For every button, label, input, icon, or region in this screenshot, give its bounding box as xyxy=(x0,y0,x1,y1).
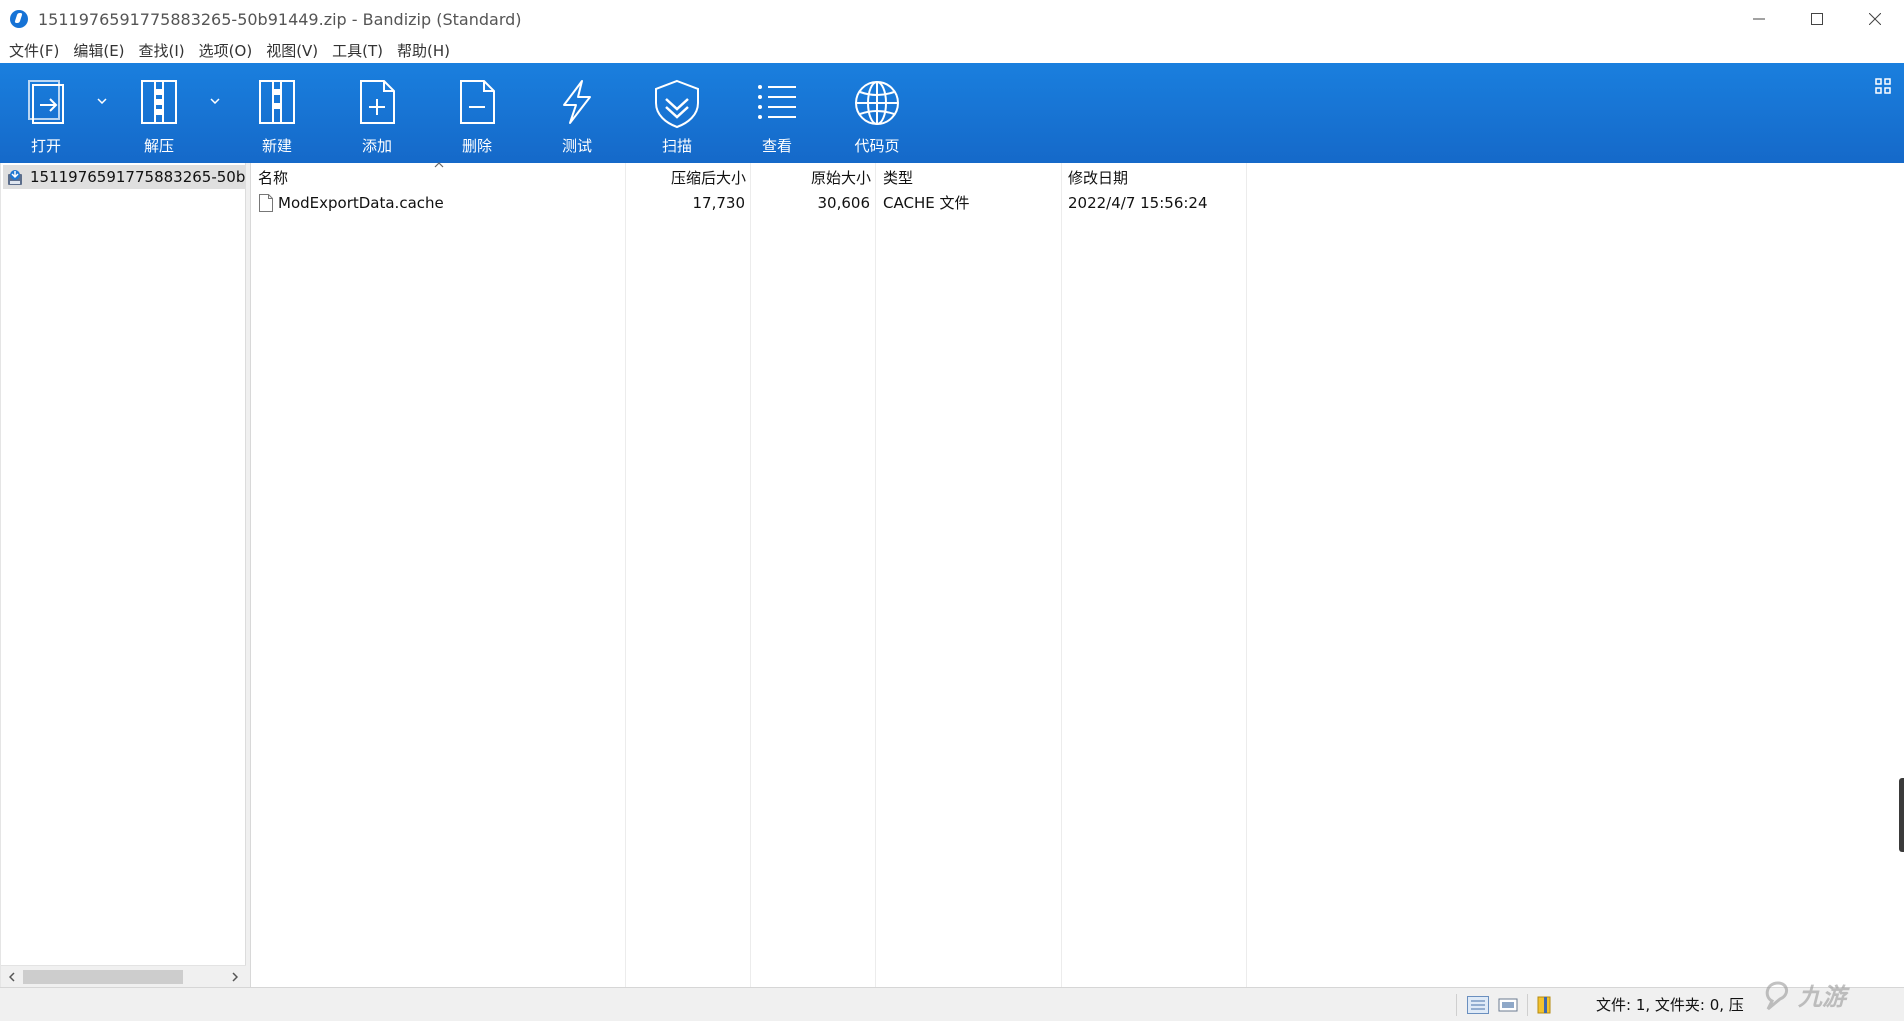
column-header-type[interactable]: 类型 xyxy=(883,163,913,191)
scroll-left-button[interactable] xyxy=(1,966,23,988)
add-label: 添加 xyxy=(361,137,392,155)
open-icon xyxy=(28,80,64,124)
table-row[interactable]: ModExportData.cache 17,730 30,606 CACHE … xyxy=(251,191,1904,215)
sort-ascending-icon xyxy=(434,162,444,168)
archive-info-icon[interactable] xyxy=(1535,996,1557,1014)
tree-item-archive-root[interactable]: 1511976591775883265-50b9 xyxy=(3,165,247,189)
jiuyou-watermark-logo: 九游 xyxy=(1765,981,1850,1011)
window-controls xyxy=(1730,0,1904,38)
column-divider xyxy=(1246,163,1247,987)
toolbar: 打开 解压 新建 添加 删除 测试 扫描 查看 代码页 xyxy=(0,63,1904,163)
delete-file-icon xyxy=(460,80,495,124)
folder-tree-pane: 1511976591775883265-50b9 xyxy=(0,163,247,987)
lightning-icon xyxy=(563,80,591,124)
column-header-modified-date[interactable]: 修改日期 xyxy=(1068,163,1128,191)
chevron-left-icon xyxy=(9,972,15,982)
open-label: 打开 xyxy=(30,137,61,155)
menu-file[interactable]: 文件(F) xyxy=(4,38,64,64)
new-label: 新建 xyxy=(261,137,292,155)
extract-button[interactable]: 解压 xyxy=(119,63,199,163)
menu-view[interactable]: 视图(V) xyxy=(261,38,323,64)
close-button[interactable] xyxy=(1846,0,1904,38)
extract-icon xyxy=(141,80,177,124)
layout-toggle-icon[interactable] xyxy=(1874,77,1892,95)
watermark-text: 九游 xyxy=(1797,983,1850,1011)
title-bar: 1511976591775883265-50b91449.zip - Bandi… xyxy=(0,0,1904,38)
column-divider xyxy=(625,163,626,987)
file-modified-date: 2022/4/7 15:56:24 xyxy=(1068,194,1208,212)
menu-find[interactable]: 查找(I) xyxy=(134,38,190,64)
bandizip-app-icon xyxy=(10,10,28,28)
new-archive-button[interactable]: 新建 xyxy=(237,63,317,163)
status-separator xyxy=(1456,994,1457,1016)
delete-button[interactable]: 删除 xyxy=(437,63,517,163)
test-button[interactable]: 测试 xyxy=(537,63,617,163)
codepage-button[interactable]: 代码页 xyxy=(837,63,917,163)
scan-label: 扫描 xyxy=(661,137,692,155)
tree-horizontal-scrollbar[interactable] xyxy=(1,965,246,987)
column-header-row: 名称 压缩后大小 原始大小 类型 修改日期 xyxy=(251,162,1904,191)
extract-dropdown[interactable] xyxy=(206,91,224,111)
chevron-right-icon xyxy=(232,972,238,982)
column-divider xyxy=(750,163,751,987)
menu-edit[interactable]: 编辑(E) xyxy=(68,38,129,64)
view-button[interactable]: 查看 xyxy=(737,63,817,163)
new-archive-icon xyxy=(259,80,295,124)
file-name: ModExportData.cache xyxy=(278,194,444,212)
open-button[interactable]: 打开 xyxy=(6,63,86,163)
list-icon xyxy=(758,85,796,119)
scroll-right-button[interactable] xyxy=(224,966,246,988)
file-compressed-size: 17,730 xyxy=(692,194,746,212)
minimize-button[interactable] xyxy=(1730,0,1788,38)
status-text: 文件: 1, 文件夹: 0, 压缩 xyxy=(1596,996,1744,1014)
menu-options[interactable]: 选项(O) xyxy=(194,38,258,64)
add-button[interactable]: 添加 xyxy=(337,63,417,163)
column-header-compressed-size[interactable]: 压缩后大小 xyxy=(625,163,746,191)
file-list: 名称 压缩后大小 原始大小 类型 修改日期 ModExportData.cach… xyxy=(251,162,1904,987)
test-label: 测试 xyxy=(561,137,592,155)
column-header-original-size[interactable]: 原始大小 xyxy=(750,163,871,191)
preview-view-icon[interactable] xyxy=(1497,996,1519,1014)
menu-bar: 文件(F) 编辑(E) 查找(I) 选项(O) 视图(V) 工具(T) 帮助(H… xyxy=(0,38,1904,64)
scrollbar-thumb[interactable] xyxy=(23,970,183,984)
maximize-button[interactable] xyxy=(1788,0,1846,38)
chevron-down-icon xyxy=(97,98,107,104)
scan-button[interactable]: 扫描 xyxy=(637,63,717,163)
column-divider xyxy=(1061,163,1062,987)
details-view-icon[interactable] xyxy=(1467,996,1489,1014)
close-icon xyxy=(1869,13,1881,25)
column-divider xyxy=(875,163,876,987)
maximize-icon xyxy=(1811,13,1823,25)
view-label: 查看 xyxy=(761,137,792,155)
file-original-size: 30,606 xyxy=(817,194,871,212)
menu-help[interactable]: 帮助(H) xyxy=(392,38,455,64)
file-icon xyxy=(259,194,273,212)
column-header-name[interactable]: 名称 xyxy=(258,163,288,191)
minimize-icon xyxy=(1753,18,1765,20)
shield-icon xyxy=(655,79,699,129)
delete-label: 删除 xyxy=(461,137,492,155)
zip-archive-icon xyxy=(8,170,22,185)
chevron-down-icon xyxy=(210,98,220,104)
side-panel-handle[interactable] xyxy=(1899,778,1904,852)
globe-icon xyxy=(855,81,899,125)
open-dropdown[interactable] xyxy=(93,91,111,111)
status-bar: 文件: 1, 文件夹: 0, 压缩 xyxy=(0,987,1904,1021)
menu-tools[interactable]: 工具(T) xyxy=(327,38,388,64)
extract-label: 解压 xyxy=(143,137,174,155)
file-type: CACHE 文件 xyxy=(883,194,970,212)
window-title: 1511976591775883265-50b91449.zip - Bandi… xyxy=(38,9,522,29)
tree-item-label: 1511976591775883265-50b9 xyxy=(30,168,247,186)
codepage-label: 代码页 xyxy=(854,137,900,155)
status-separator xyxy=(1527,994,1528,1016)
add-file-icon xyxy=(360,80,395,124)
